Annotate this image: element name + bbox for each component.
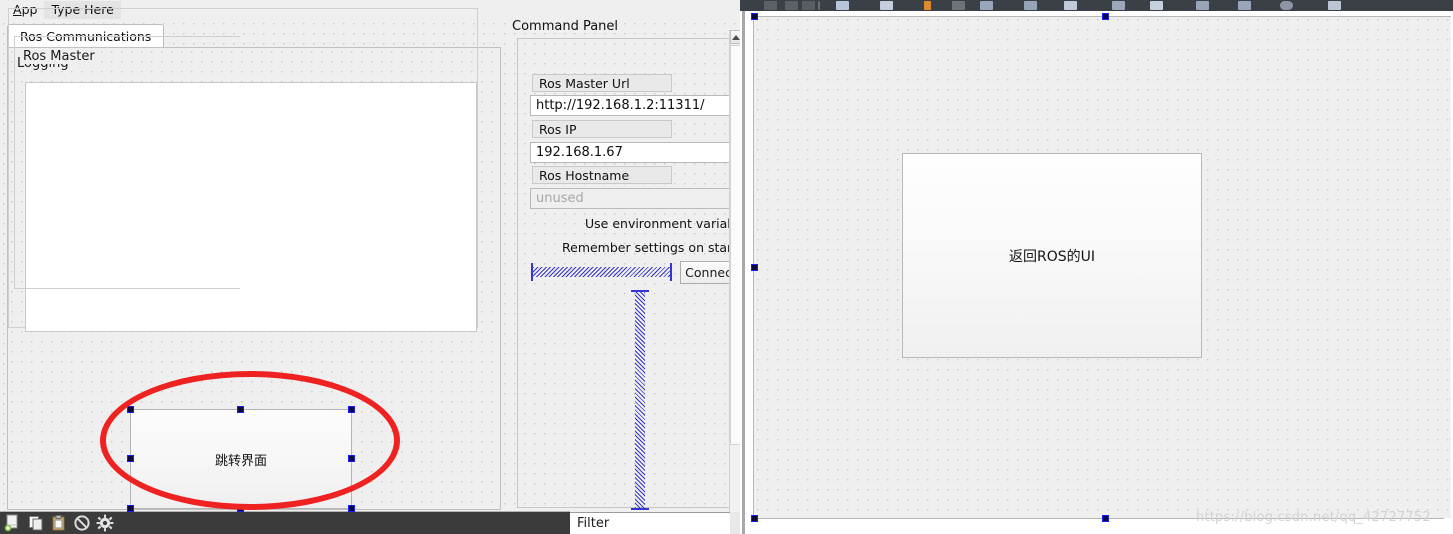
canvas-split-rail (742, 11, 745, 534)
selection-handle-middle-left[interactable] (127, 455, 134, 462)
bottom-toolbar (0, 512, 570, 534)
gear-icon[interactable] (96, 514, 114, 532)
toolbar-icon-11[interactable] (1112, 1, 1125, 10)
toolbar-icon-13[interactable] (1196, 1, 1209, 10)
scrollbar-thumb[interactable] (730, 45, 740, 445)
selection-handle-top-center[interactable] (237, 406, 244, 413)
designer-window: App Type Here Ros Communications Logging… (0, 0, 1453, 534)
spacer-end-bottom (631, 508, 649, 510)
selection-handle-middle-right[interactable] (348, 455, 355, 462)
toolbar-icon-15[interactable] (1280, 1, 1293, 10)
return-to-ros-ui-button[interactable]: 返回ROS的UI (902, 153, 1202, 358)
label-ros-ip: Ros IP (532, 120, 672, 138)
toolbar-icon-3[interactable] (802, 1, 815, 10)
right-form-handle-bottom-center[interactable] (1102, 515, 1109, 522)
spacer-spring (533, 267, 670, 277)
forbidden-icon[interactable] (73, 514, 91, 532)
ros-master-groupbox (14, 36, 240, 289)
paste-icon[interactable] (50, 514, 68, 532)
filter-tail-strip (730, 512, 740, 534)
selection-handle-bottom-center[interactable] (237, 505, 244, 512)
right-form-handle-top-left[interactable] (751, 13, 758, 20)
toolbar-icon-14[interactable] (1238, 1, 1251, 10)
label-ros-master-url: Ros Master Url (532, 74, 672, 92)
toolbar-icon-16[interactable] (1328, 1, 1341, 10)
right-form-handle-bottom-left[interactable] (751, 515, 758, 522)
selection-handle-top-left[interactable] (127, 406, 134, 413)
vertical-spacer[interactable] (629, 290, 651, 510)
selection-handle-top-right[interactable] (348, 406, 355, 413)
right-form-handle-middle-left[interactable] (751, 264, 758, 271)
ros-master-groupbox-title: Ros Master (20, 49, 98, 64)
scrollbar-up-button[interactable] (730, 30, 740, 44)
label-ros-hostname: Ros Hostname (532, 166, 672, 184)
toolbar-icon-8[interactable] (980, 1, 993, 10)
command-panel-title: Command Panel (512, 19, 619, 34)
toolbar-icon-10[interactable] (1064, 1, 1077, 10)
spacer-end-right (670, 263, 672, 281)
toolbar-icon-2[interactable] (785, 1, 798, 10)
toolbar-icon-9[interactable] (1024, 1, 1037, 10)
chevron-up-icon (731, 34, 740, 40)
command-panel-scrollbar[interactable] (729, 30, 740, 524)
input-ros-hostname[interactable]: unused (530, 188, 740, 209)
toolbar-icon-4[interactable] (836, 1, 849, 10)
input-ros-master-url[interactable]: http://192.168.1.2:11311/ (530, 95, 740, 116)
horizontal-spacer[interactable] (531, 261, 672, 283)
jump-interface-button[interactable]: 跳转界面 (130, 409, 352, 509)
toolbar-icon-1[interactable] (764, 1, 777, 10)
toolbar-icon-7[interactable] (952, 1, 965, 10)
watermark-text: https://blog.csdn.net/qq_42727752 (1196, 510, 1431, 525)
new-document-icon[interactable] (4, 514, 22, 532)
filter-input[interactable]: Filter (570, 512, 730, 534)
selection-handle-bottom-left[interactable] (127, 505, 134, 512)
right-form-handle-top-center[interactable] (1102, 13, 1109, 20)
input-ros-ip[interactable]: 192.168.1.67 (530, 142, 740, 163)
toolbar-icon-5[interactable] (880, 1, 893, 10)
designer-toolbar[interactable] (740, 0, 1453, 11)
selection-handle-bottom-right[interactable] (348, 505, 355, 512)
toolbar-separator-1 (818, 1, 820, 10)
checkbox-use-environment-variable[interactable]: Use environment variable (585, 216, 740, 231)
toolbar-icon-6[interactable] (924, 1, 931, 10)
toolbar-icon-12[interactable] (1150, 1, 1163, 10)
spacer-spring-vertical (635, 292, 645, 508)
copy-icon[interactable] (27, 514, 45, 532)
checkbox-remember-settings-on-startup[interactable]: Remember settings on startup (562, 240, 740, 255)
left-design-canvas: App Type Here Ros Communications Logging… (0, 0, 740, 534)
